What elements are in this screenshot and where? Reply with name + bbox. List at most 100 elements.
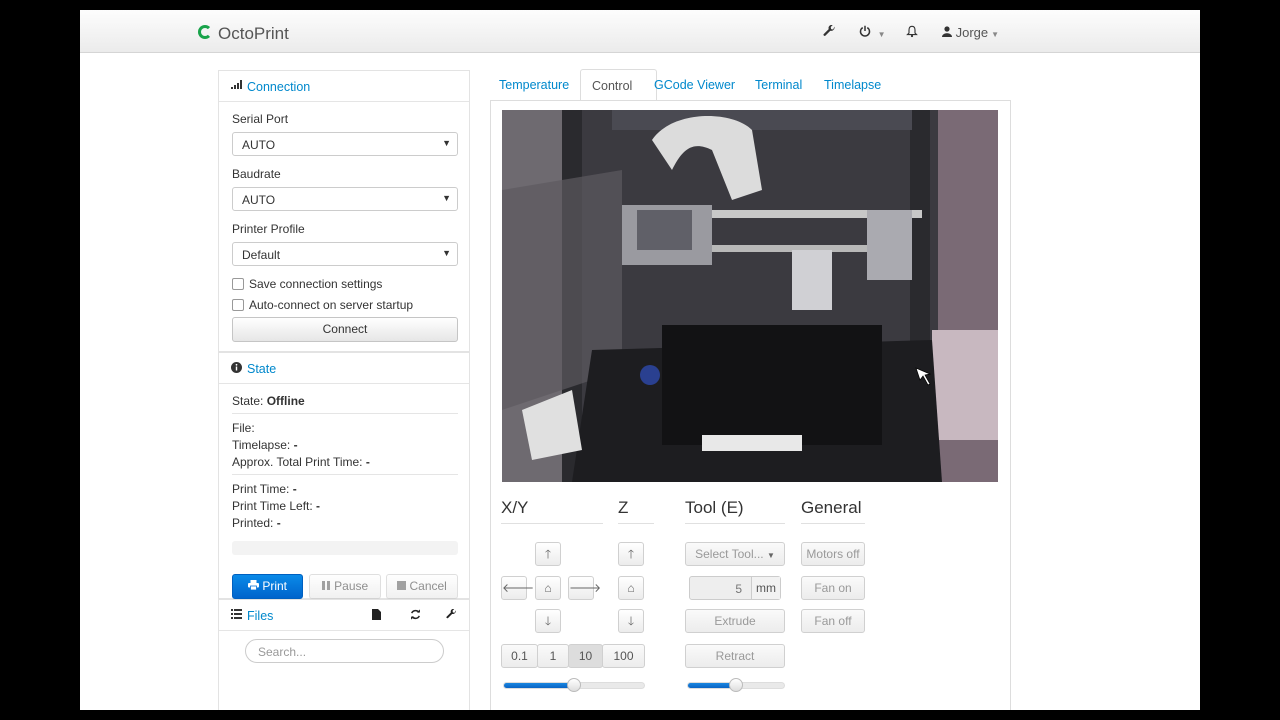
tab-control[interactable]: Control: [580, 69, 657, 101]
file-line: File:: [232, 421, 255, 435]
feedrate-slider-fill: [504, 683, 574, 688]
extrude-amount-group: 5 mm: [689, 576, 781, 600]
time-left-line: Print Time Left: -: [232, 499, 320, 513]
z-plus-button[interactable]: 🡑: [618, 542, 644, 566]
wrench-icon[interactable]: [446, 608, 457, 623]
divider: [685, 523, 785, 524]
extrude-amount-input[interactable]: 5: [735, 582, 742, 596]
xy-section-title: X/Y: [501, 498, 529, 517]
signal-icon: [231, 80, 243, 92]
motors-off-button[interactable]: Motors off: [801, 542, 865, 566]
baudrate-value: AUTO: [242, 193, 276, 207]
timelapse-line: Timelapse: -: [232, 438, 298, 452]
wrench-icon[interactable]: [823, 24, 836, 41]
chevron-down-icon: ▼: [442, 193, 451, 203]
file-label: File:: [232, 421, 255, 435]
cancel-button[interactable]: Cancel: [386, 574, 458, 599]
divider: [232, 474, 458, 475]
print-progress-bar: [232, 541, 458, 555]
step-10-button[interactable]: 10: [568, 644, 603, 668]
step-0-1-button[interactable]: 0.1: [501, 644, 538, 668]
bell-icon[interactable]: [906, 25, 918, 41]
power-menu[interactable]: ▼: [859, 25, 886, 40]
state-line: State: Offline: [232, 394, 305, 408]
fan-on-button[interactable]: Fan on: [801, 576, 865, 600]
retract-button[interactable]: Retract: [685, 644, 785, 668]
approx-time-label: Approx. Total Print Time:: [232, 455, 363, 469]
arrow-up-icon: 🡑: [544, 547, 552, 561]
tool-section-title: Tool (E): [685, 498, 744, 517]
baudrate-select[interactable]: AUTO ▼: [232, 187, 458, 211]
tab-gcode-viewer[interactable]: GCode Viewer: [654, 78, 735, 92]
serial-port-label: Serial Port: [232, 112, 289, 126]
autoconnect-label: Auto-connect on server startup: [249, 298, 414, 312]
flowrate-slider[interactable]: [687, 678, 785, 692]
save-settings-checkbox[interactable]: [232, 278, 244, 290]
flowrate-slider-handle[interactable]: [729, 678, 743, 692]
files-header[interactable]: Files: [219, 600, 469, 631]
arrow-down-icon: 🡓: [627, 614, 635, 628]
state-title: State: [247, 362, 277, 376]
user-icon: [942, 25, 956, 40]
brand[interactable]: OctoPrint: [198, 24, 289, 44]
webcam-image: [502, 110, 998, 482]
approx-time-value: -: [365, 455, 370, 469]
time-left-value: -: [316, 499, 321, 513]
select-tool-dropdown[interactable]: Select Tool... ▼: [685, 542, 785, 566]
pause-icon: [321, 579, 334, 593]
state-header[interactable]: State: [219, 353, 469, 384]
chevron-down-icon: ▼: [877, 30, 886, 39]
printed-label: Printed:: [232, 516, 274, 530]
extrude-button[interactable]: Extrude: [685, 609, 785, 633]
fan-off-button[interactable]: Fan off: [801, 609, 865, 633]
print-time-label: Print Time:: [232, 482, 290, 496]
step-100-button[interactable]: 100: [602, 644, 645, 668]
user-menu[interactable]: Jorge ▼: [942, 25, 999, 40]
connection-header[interactable]: Connection: [219, 71, 469, 102]
printer-profile-select[interactable]: Default ▼: [232, 242, 458, 266]
xy-home-button[interactable]: ⌂: [535, 576, 561, 600]
timelapse-label: Timelapse:: [232, 438, 291, 452]
x-minus-button[interactable]: 🡐: [501, 576, 534, 600]
time-left-label: Print Time Left:: [232, 499, 313, 513]
pause-button[interactable]: Pause: [309, 574, 381, 599]
tab-terminal[interactable]: Terminal: [755, 78, 802, 92]
print-label: Print: [262, 579, 288, 593]
connection-panel: Connection Serial Port AUTO ▼ Baudrate A…: [218, 70, 470, 352]
octoprint-window: OctoPrint ▼ Jorge ▼ Connection Serial Po…: [80, 10, 1200, 710]
autoconnect-checkbox[interactable]: [232, 299, 244, 311]
serial-port-select[interactable]: AUTO ▼: [232, 132, 458, 156]
feedrate-slider-handle[interactable]: [567, 678, 581, 692]
connect-button[interactable]: Connect: [232, 317, 458, 342]
print-button[interactable]: Print: [232, 574, 303, 599]
navbar: OctoPrint ▼ Jorge ▼: [80, 10, 1200, 53]
z-minus-button[interactable]: 🡓: [618, 609, 644, 633]
tab-temperature[interactable]: Temperature: [499, 78, 569, 92]
new-file-icon[interactable]: [372, 609, 381, 623]
refresh-icon[interactable]: [410, 609, 421, 623]
z-home-button[interactable]: ⌂: [618, 576, 644, 600]
chevron-down-icon: ▼: [442, 248, 451, 258]
tab-timelapse[interactable]: Timelapse: [824, 78, 881, 92]
print-time-line: Print Time: -: [232, 482, 297, 496]
serial-port-value: AUTO: [242, 138, 276, 152]
files-search-input[interactable]: Search...: [245, 639, 444, 663]
cancel-label: Cancel: [409, 579, 447, 593]
list-icon: [231, 609, 242, 622]
chevron-down-icon: ▼: [442, 138, 451, 148]
feedrate-slider[interactable]: [503, 678, 645, 692]
print-time-value: -: [292, 482, 297, 496]
brand-name: OctoPrint: [218, 24, 289, 43]
printer-profile-value: Default: [242, 248, 281, 262]
y-plus-button[interactable]: 🡑: [535, 542, 561, 566]
state-value: Offline: [266, 394, 305, 408]
chevron-down-icon: ▼: [991, 30, 1000, 39]
stop-icon: [397, 579, 409, 593]
user-name: Jorge: [955, 25, 989, 40]
baudrate-label: Baudrate: [232, 167, 281, 181]
x-plus-button[interactable]: 🡒: [568, 576, 601, 600]
y-minus-button[interactable]: 🡓: [535, 609, 561, 633]
step-1-button[interactable]: 1: [537, 644, 569, 668]
z-section-title: Z: [618, 498, 629, 517]
webcam-stream: [502, 110, 998, 482]
